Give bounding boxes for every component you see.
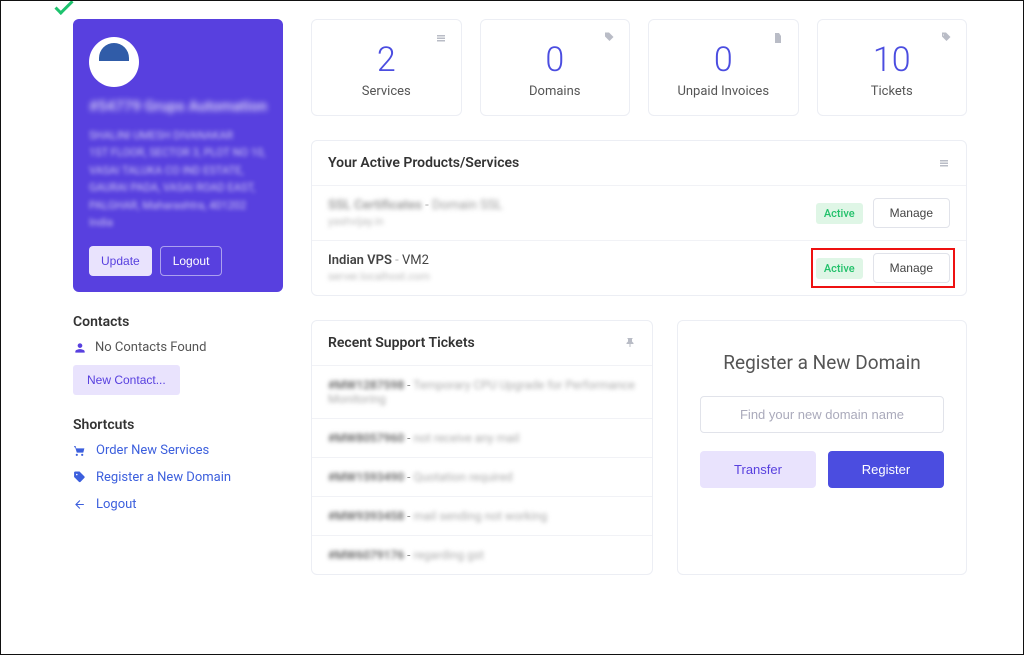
register-button[interactable]: Register [828, 451, 944, 488]
stat-invoices[interactable]: 0 Unpaid Invoices [648, 19, 799, 116]
new-contact-button[interactable]: New Contact... [73, 365, 180, 395]
person-icon [73, 341, 87, 355]
register-domain-title: Register a New Domain [700, 351, 944, 374]
tickets-heading: Recent Support Tickets [328, 335, 475, 351]
register-domain-panel: Register a New Domain Transfer Register [677, 320, 967, 575]
active-products-heading: Your Active Products/Services [328, 155, 519, 171]
logout-button[interactable]: Logout [160, 246, 223, 276]
active-products-panel: Your Active Products/Services SSL Certif… [311, 140, 967, 296]
pin-icon[interactable] [624, 337, 636, 349]
tag-icon [603, 32, 615, 44]
profile-card: #54779 Grups Automation SHALINI UMESH DI… [73, 19, 283, 292]
ticket-row[interactable]: #MW1287598 - Temporary CPU Upgrade for P… [312, 365, 652, 418]
ticket-icon [940, 32, 952, 44]
ticket-row[interactable]: #MW8057960 - not receive any mail [312, 418, 652, 457]
menu-icon[interactable] [938, 157, 950, 169]
ticket-row[interactable]: #MW6079176 - regarding gst [312, 535, 652, 574]
contacts-heading: Contacts [73, 314, 283, 330]
shortcut-logout[interactable]: Logout [73, 497, 283, 512]
manage-button[interactable]: Manage [873, 198, 950, 228]
shortcuts-heading: Shortcuts [73, 417, 283, 433]
shortcut-register-domain[interactable]: Register a New Domain [73, 470, 283, 485]
stat-domains[interactable]: 0 Domains [480, 19, 631, 116]
update-button[interactable]: Update [89, 246, 152, 276]
tickets-panel: Recent Support Tickets #MW1287598 - Temp… [311, 320, 653, 575]
stat-tickets[interactable]: 10 Tickets [817, 19, 968, 116]
ticket-row[interactable]: #MW9393458 - mail sending not working [312, 496, 652, 535]
stat-services[interactable]: 2 Services [311, 19, 462, 116]
service-row: Indian VPS - VM2 server.localhost.com Ac… [312, 240, 966, 295]
domain-search-input[interactable] [700, 396, 944, 433]
status-badge: Active [816, 203, 863, 224]
contacts-empty: No Contacts Found [73, 340, 283, 355]
service-row: SSL Certificates - Domain SSL yashvijay.… [312, 185, 966, 240]
avatar [89, 37, 139, 87]
stack-icon [435, 32, 447, 44]
manage-button[interactable]: Manage [873, 253, 950, 283]
profile-name: #54779 Grups Automation [89, 97, 267, 117]
status-badge: Active [816, 258, 863, 279]
highlighted-manage-area: Active Manage [811, 248, 955, 288]
profile-address: SHALINI UMESH DIVANAKAR 1ST FLOOR, SECTO… [89, 127, 267, 233]
shortcut-order-services[interactable]: Order New Services [73, 443, 283, 458]
cart-icon [73, 444, 86, 457]
ticket-row[interactable]: #MW1593490 - Quotation required [312, 457, 652, 496]
arrow-left-icon [73, 498, 86, 511]
tag-icon [73, 471, 86, 484]
file-icon [772, 32, 784, 44]
transfer-button[interactable]: Transfer [700, 451, 816, 488]
